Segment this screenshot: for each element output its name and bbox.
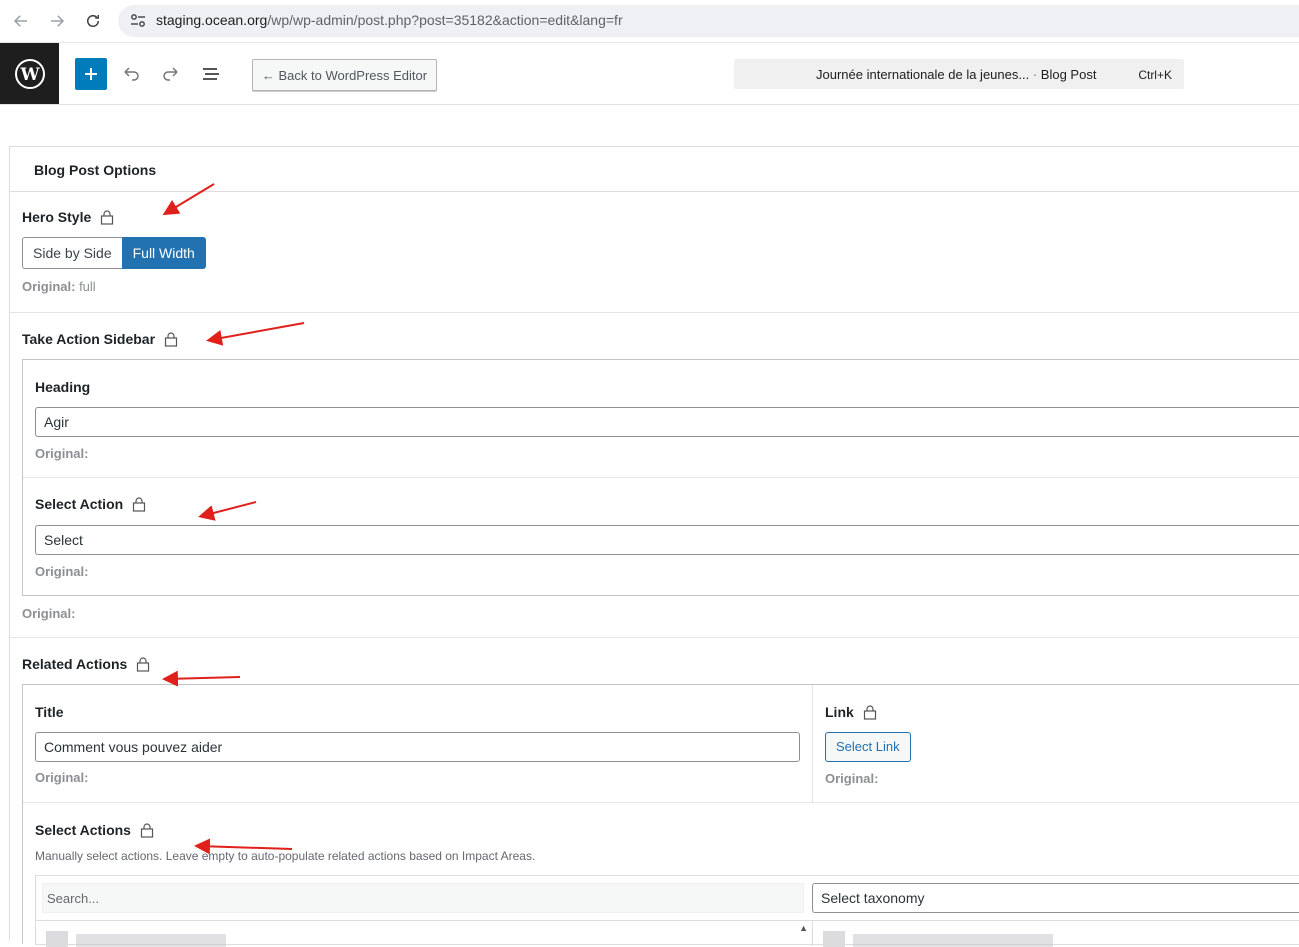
- annotation-arrow: [162, 183, 215, 216]
- annotation-arrow: [206, 322, 305, 346]
- annotation-arrow: [194, 838, 293, 855]
- annotation-arrows: [162, 183, 305, 855]
- annotation-arrow: [198, 501, 257, 521]
- annotation-arrow: [162, 670, 241, 687]
